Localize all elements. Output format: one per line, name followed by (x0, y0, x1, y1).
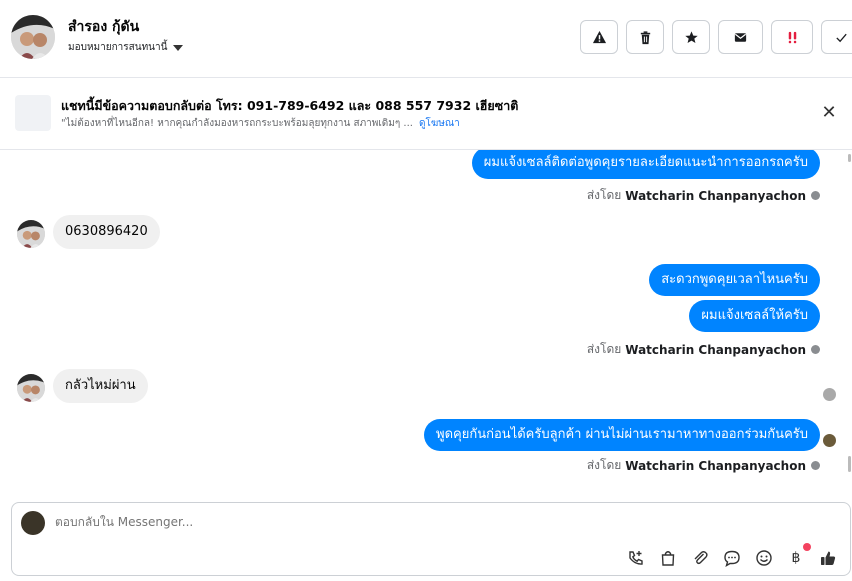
outgoing-message[interactable]: สะดวกพูดคุยเวลาไหนครับ (649, 264, 820, 296)
contact-avatar-small[interactable] (17, 220, 45, 248)
star-button[interactable] (672, 20, 710, 54)
attachment-icon[interactable] (689, 547, 711, 569)
sent-by-label: ส่งโดย Watcharin Chanpanyachon (587, 456, 820, 475)
star-icon (684, 30, 698, 43)
report-spam-button[interactable] (580, 20, 618, 54)
ad-context-banner: แชทนี้มีข้อความตอบกลับต่อ โทร: 091-789-6… (0, 78, 852, 150)
messenger-conversation: สำรอง กุ้ดัน มอบหมายการสนทนานี้ แชทนี้มี… (0, 0, 852, 581)
sent-by-prefix: ส่งโดย (586, 342, 622, 356)
sent-by-label: ส่งโดย Watcharin Chanpanyachon (587, 340, 820, 359)
assign-label: มอบหมายการสนทนานี้ (68, 42, 168, 53)
baht-symbol: ฿ (791, 550, 801, 566)
outgoing-message[interactable]: พูดคุยกันก่อนได้ครับลูกค้า ผ่านไม่ผ่านเร… (424, 419, 820, 451)
ad-thumbnail (15, 95, 51, 131)
chevron-down-icon (173, 44, 184, 51)
ad-banner-text: "ไม่ต้องหาที่ไหนอีกล! หากคุณกำลังมองหารถ… (61, 118, 413, 129)
message-composer: ฿ (11, 502, 851, 576)
incoming-message[interactable]: 0630896420 (53, 215, 160, 249)
scrollbar[interactable] (848, 456, 851, 472)
conversation-actions (580, 20, 852, 54)
page-avatar (21, 511, 45, 535)
contact-avatar-small[interactable] (17, 374, 45, 402)
add-call-icon[interactable] (625, 547, 647, 569)
saved-reply-icon[interactable] (721, 547, 743, 569)
outgoing-message[interactable]: ผมแจ้งเซลล์ให้ครับ (689, 300, 820, 332)
sent-by-prefix: ส่งโดย (586, 458, 622, 472)
composer-tools: ฿ (625, 543, 839, 569)
reply-input[interactable] (55, 515, 755, 529)
sent-by-label: ส่งโดย Watcharin Chanpanyachon (587, 186, 820, 205)
sender-name: Watcharin Chanpanyachon (625, 188, 806, 203)
mark-unread-button[interactable] (718, 20, 763, 54)
contact-name[interactable]: สำรอง กุ้ดัน (68, 16, 139, 38)
view-ad-link[interactable]: ดูโฆษณา (419, 118, 460, 129)
follow-up-button[interactable] (771, 20, 813, 54)
contact-avatar[interactable] (11, 15, 55, 59)
baht-icon[interactable]: ฿ (785, 543, 811, 569)
sent-by-prefix: ส่งโดย (586, 188, 622, 202)
mark-done-button[interactable] (821, 20, 852, 54)
info-icon[interactable] (811, 191, 820, 200)
trash-icon (640, 30, 650, 44)
info-icon[interactable] (811, 345, 820, 354)
double-exclamation-icon (788, 31, 796, 43)
emoji-icon[interactable] (753, 547, 775, 569)
conversation-header: สำรอง กุ้ดัน มอบหมายการสนทนานี้ (0, 0, 852, 78)
ad-banner-title: แชทนี้มีข้อความตอบกลับต่อ โทร: 091-789-6… (61, 98, 519, 113)
seen-avatar (823, 388, 836, 401)
sender-name: Watcharin Chanpanyachon (625, 458, 806, 473)
delete-button[interactable] (626, 20, 664, 54)
scrollbar[interactable] (848, 154, 851, 162)
info-icon[interactable] (811, 461, 820, 470)
shopping-bag-icon[interactable] (657, 547, 679, 569)
assign-conversation-dropdown[interactable]: มอบหมายการสนทนานี้ (68, 40, 184, 55)
check-icon (835, 33, 847, 42)
thumbs-up-icon[interactable] (817, 547, 839, 569)
incoming-message[interactable]: กลัวไหม่ผ่าน (53, 369, 148, 403)
close-icon[interactable]: ✕ (820, 104, 838, 122)
ad-banner-subtitle: "ไม่ต้องหาที่ไหนอีกล! หากคุณกำลังมองหารถ… (61, 116, 460, 131)
warning-icon (592, 30, 606, 43)
outgoing-message[interactable]: ผมแจ้งเซลล์ติดต่อพูดคุยรายละเอียดแนะนำกา… (471, 150, 820, 179)
envelope-icon (734, 32, 747, 42)
message-thread[interactable]: ผมแจ้งเซลล์ติดต่อพูดคุยรายละเอียดแนะนำกา… (0, 150, 852, 500)
seen-avatar (823, 434, 836, 447)
sender-name: Watcharin Chanpanyachon (625, 342, 806, 357)
notification-dot (803, 543, 811, 551)
